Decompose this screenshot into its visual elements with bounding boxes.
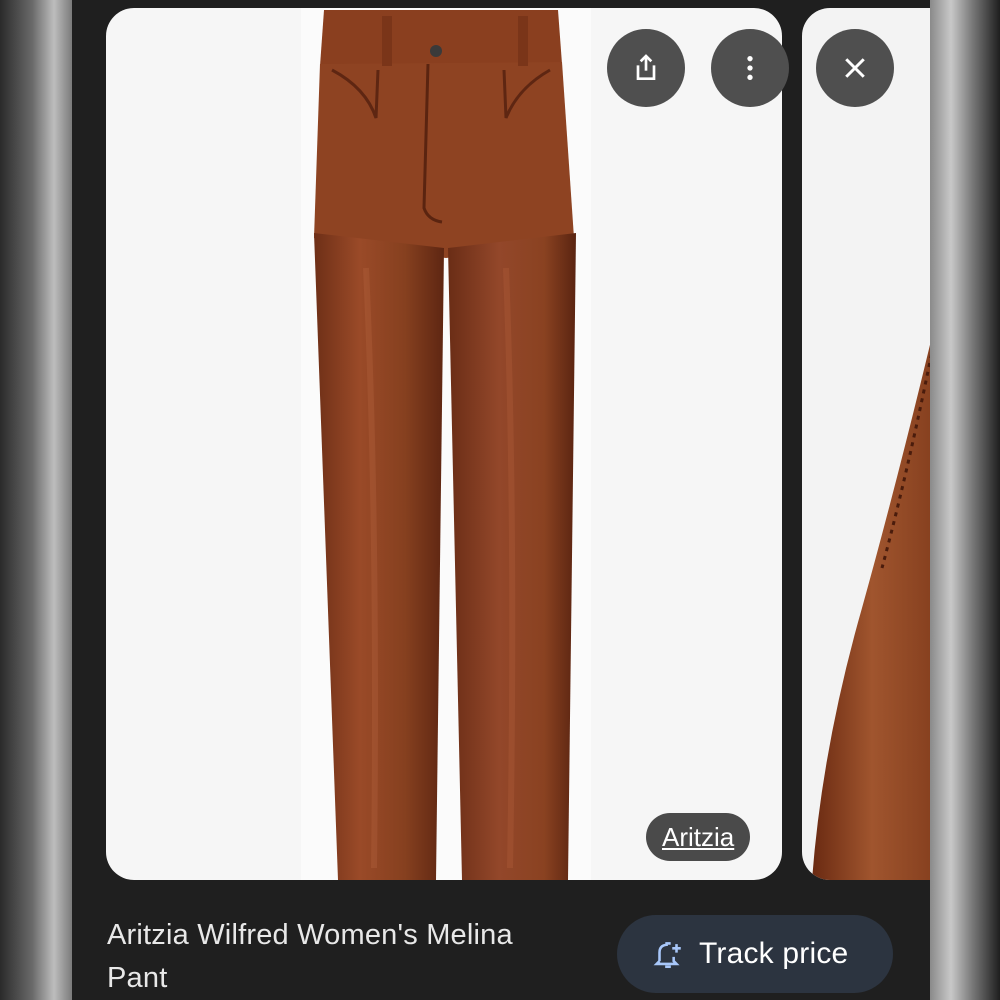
image-viewer: Aritzia Aritzia Wilfred Women's Melina P… [72,0,930,1000]
next-image-card[interactable] [802,8,930,880]
product-image [301,8,591,880]
track-price-label: Track price [699,937,849,970]
product-title: Aritzia Wilfred Women's Melina Pant [107,919,513,994]
share-icon [636,54,656,80]
close-icon [845,58,865,78]
more-options-button[interactable] [711,29,789,107]
left-blur-band [0,0,72,1000]
close-button[interactable] [816,29,894,107]
right-blur-band [930,0,1000,1000]
more-vert-icon [747,56,753,80]
product-image-card[interactable] [106,8,782,880]
next-product-image [812,344,930,880]
share-button[interactable] [607,29,685,107]
track-price-button[interactable]: Track price [617,915,893,993]
source-link-chip[interactable]: Aritzia [646,813,751,861]
bell-plus-icon [653,942,681,969]
screen-frame: Aritzia Aritzia Wilfred Women's Melina P… [0,0,1000,1000]
